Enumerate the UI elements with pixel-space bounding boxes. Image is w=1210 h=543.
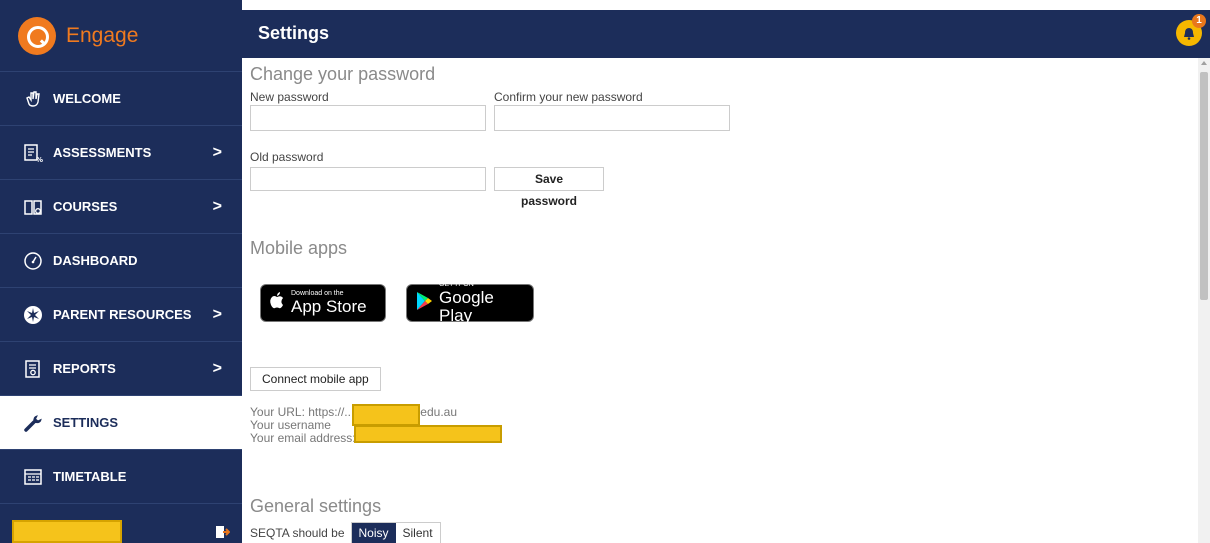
apple-icon [269,291,285,315]
wrench-icon [22,412,44,434]
sidebar-item-settings[interactable]: SETTINGS [0,396,242,450]
redaction-block [352,404,420,426]
confirm-password-label: Confirm your new password [494,90,643,104]
chevron-right-icon: > [212,359,222,377]
sidebar-item-welcome[interactable]: WELCOME [0,72,242,126]
app-store-big-text: App Store [291,297,367,316]
sidebar-item-courses[interactable]: COURSES > [0,180,242,234]
chevron-right-icon: > [212,305,222,323]
top-header: Settings 1 [242,10,1210,58]
scrollbar-thumb[interactable] [1200,72,1208,300]
sidebar: Engage WELCOME % ASSESSMENTS > COURSES >… [0,0,242,543]
app-store-badge[interactable]: Download on the App Store [260,284,386,322]
assessment-sheet-icon: % [22,142,44,164]
noisy-option[interactable]: Noisy [351,523,396,543]
book-icon [22,196,44,218]
calendar-grid-icon [22,466,44,488]
report-icon [22,358,44,380]
settings-content: Change your password New password Confir… [242,58,1198,543]
save-password-button[interactable]: Save password [494,167,604,208]
gauge-icon [22,250,44,272]
scroll-up-icon[interactable] [1201,61,1207,65]
noise-toggle: Noisy Silent [350,522,441,543]
user-profile-redacted[interactable] [12,520,122,543]
logout-icon[interactable] [214,524,231,540]
old-password-input[interactable] [250,167,486,191]
new-password-input[interactable] [250,105,486,131]
sidebar-item-assessments[interactable]: % ASSESSMENTS > [0,126,242,180]
sidebar-item-label: SETTINGS [53,415,119,430]
confirm-password-input[interactable] [494,105,730,131]
redaction-block [354,425,502,443]
page-title: Settings [258,23,330,43]
brand[interactable]: Engage [0,0,242,72]
noise-setting-label: SEQTA should be [250,526,345,540]
sidebar-item-label: DASHBOARD [53,253,138,268]
chevron-right-icon: > [212,197,222,215]
vertical-scrollbar[interactable] [1198,58,1210,543]
general-settings-title: General settings [250,496,382,516]
sidebar-footer [0,520,242,543]
starburst-icon [22,304,44,326]
your-username-text: Your username [250,418,331,432]
google-play-icon [415,291,433,316]
new-password-label: New password [250,90,329,104]
sidebar-item-label: ASSESSMENTS [53,145,152,160]
mobile-apps-title: Mobile apps [250,238,348,258]
google-play-badge[interactable]: GET IT ON Google Play [406,281,534,325]
chevron-right-icon: > [212,143,222,161]
engage-logo-icon [18,16,56,55]
hand-wave-icon [22,88,44,110]
sidebar-item-reports[interactable]: REPORTS > [0,342,242,396]
sidebar-item-label: COURSES [53,199,118,214]
sidebar-item-label: WELCOME [53,91,121,106]
connect-mobile-app-button[interactable]: Connect mobile app [250,367,381,391]
noise-setting-row: SEQTA should be Noisy Silent [250,522,441,543]
sidebar-item-parent-resources[interactable]: PARENT RESOURCES > [0,288,242,342]
svg-text:%: % [36,156,43,163]
google-play-big-text: Google Play [439,288,494,325]
silent-option[interactable]: Silent [395,523,440,543]
old-password-label: Old password [250,150,324,164]
sidebar-item-label: TIMETABLE [53,469,127,484]
sidebar-item-label: REPORTS [53,361,116,376]
sidebar-item-dashboard[interactable]: DASHBOARD [0,234,242,288]
brand-name: Engage [66,23,139,47]
sidebar-item-timetable[interactable]: TIMETABLE [0,450,242,504]
sidebar-item-label: PARENT RESOURCES [53,307,192,322]
change-password-title: Change your password [250,64,436,84]
notification-count-badge: 1 [1192,14,1206,28]
